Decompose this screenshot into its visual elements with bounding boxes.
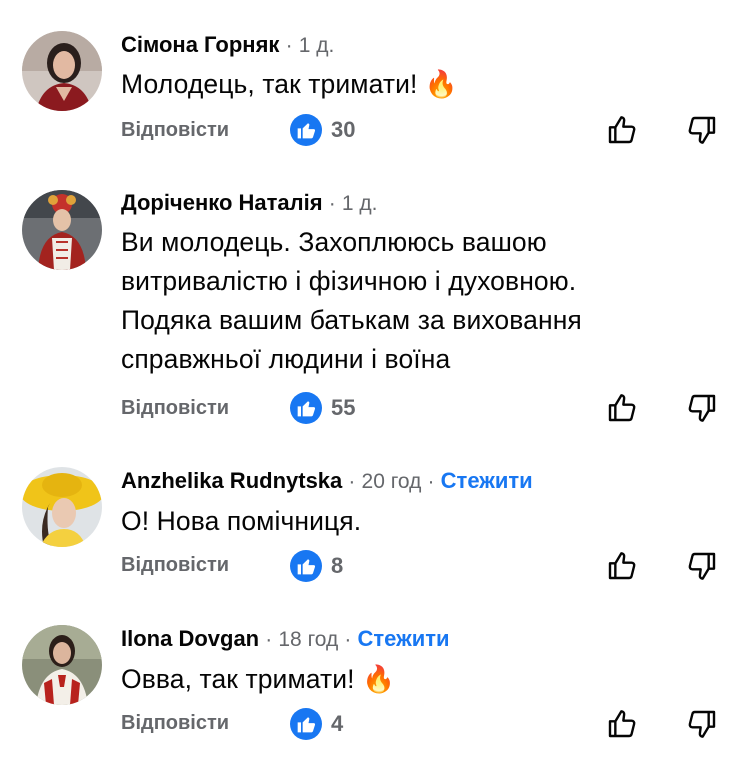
reply-button[interactable]: Відповісти [121, 393, 229, 423]
comment-text-line: Подяка вашим батькам за виховання [121, 305, 582, 335]
like-count: 4 [331, 711, 344, 736]
comment: Доріченко Наталія · 1 д. Ви молодець. За… [0, 160, 750, 450]
comment-text: Ви молодець. Захоплююсь вашою витриваліс… [121, 223, 681, 379]
dislike-button[interactable] [684, 390, 720, 426]
separator: · [344, 628, 352, 651]
thumbs-down-outline-icon [688, 710, 716, 738]
avatar[interactable] [22, 31, 102, 111]
dislike-button[interactable] [684, 706, 720, 742]
reply-button[interactable]: Відповісти [121, 708, 229, 738]
separator: · [285, 34, 293, 57]
follow-button[interactable]: Стежити [441, 468, 533, 493]
thumbs-up-icon [290, 708, 322, 740]
comment-text: Овва, так тримати! 🔥 [121, 660, 681, 699]
timestamp[interactable]: 1 д. [342, 192, 378, 215]
reaction-summary[interactable]: 55 [290, 391, 355, 425]
dislike-button[interactable] [684, 548, 720, 584]
thumbs-up-outline-icon [608, 552, 636, 580]
comment-text-line: Овва, так тримати! 🔥 [121, 664, 396, 694]
avatar[interactable] [22, 625, 102, 705]
like-button[interactable] [604, 706, 640, 742]
separator: · [328, 192, 336, 215]
timestamp[interactable]: 1 д. [299, 34, 335, 57]
thumbs-up-icon [290, 114, 322, 146]
thumbs-up-outline-icon [608, 116, 636, 144]
author-name[interactable]: Ilona Dovgan [121, 626, 259, 651]
avatar[interactable] [22, 467, 102, 547]
comment: Ilona Dovgan · 18 год · Стежити Овва, та… [0, 608, 750, 762]
comment-text-line: Молодець, так тримати! 🔥 [121, 69, 459, 99]
reaction-summary[interactable]: 30 [290, 113, 355, 147]
like-button[interactable] [604, 548, 640, 584]
comment-header: Сімона Горняк · 1 д. [121, 30, 334, 60]
reaction-summary[interactable]: 4 [290, 707, 343, 741]
comment-text-line: О! Нова помічниця. [121, 506, 362, 536]
reaction-summary[interactable]: 8 [290, 549, 343, 583]
author-name[interactable]: Сімона Горняк [121, 32, 279, 57]
dislike-button[interactable] [684, 112, 720, 148]
like-count: 8 [331, 553, 344, 578]
comment-text: Молодець, так тримати! 🔥 [121, 65, 681, 104]
thumbs-up-icon [290, 550, 322, 582]
separator: · [427, 470, 435, 493]
separator: · [265, 628, 273, 651]
comment: Anzhelika Rudnytska · 20 год · Стежити О… [0, 450, 750, 608]
author-name[interactable]: Доріченко Наталія [121, 190, 323, 215]
timestamp[interactable]: 18 год [278, 628, 338, 651]
thumbs-down-outline-icon [688, 394, 716, 422]
reply-button[interactable]: Відповісти [121, 115, 229, 145]
comment-text-line: справжньої людини і воїна [121, 344, 451, 374]
avatar[interactable] [22, 190, 102, 270]
follow-button[interactable]: Стежити [358, 626, 450, 651]
comment-header: Ilona Dovgan · 18 год · Стежити [121, 624, 450, 654]
like-button[interactable] [604, 390, 640, 426]
like-button[interactable] [604, 112, 640, 148]
comment-header: Доріченко Наталія · 1 д. [121, 188, 377, 218]
thumbs-down-outline-icon [688, 552, 716, 580]
comment-text-line: витривалістю і фізичною і духовною. [121, 266, 577, 296]
author-name[interactable]: Anzhelika Rudnytska [121, 468, 342, 493]
thumbs-up-outline-icon [608, 710, 636, 738]
thumbs-down-outline-icon [688, 116, 716, 144]
comment-text-line: Ви молодець. Захоплююсь вашою [121, 227, 547, 257]
separator: · [348, 470, 356, 493]
comment: Сімона Горняк · 1 д. Молодець, так трима… [0, 0, 750, 160]
reply-button[interactable]: Відповісти [121, 550, 229, 580]
like-count: 55 [331, 395, 356, 420]
thumbs-up-outline-icon [608, 394, 636, 422]
comment-header: Anzhelika Rudnytska · 20 год · Стежити [121, 466, 533, 496]
like-count: 30 [331, 117, 356, 142]
timestamp[interactable]: 20 год [362, 470, 422, 493]
comment-text: О! Нова помічниця. [121, 502, 681, 541]
thumbs-up-icon [290, 392, 322, 424]
